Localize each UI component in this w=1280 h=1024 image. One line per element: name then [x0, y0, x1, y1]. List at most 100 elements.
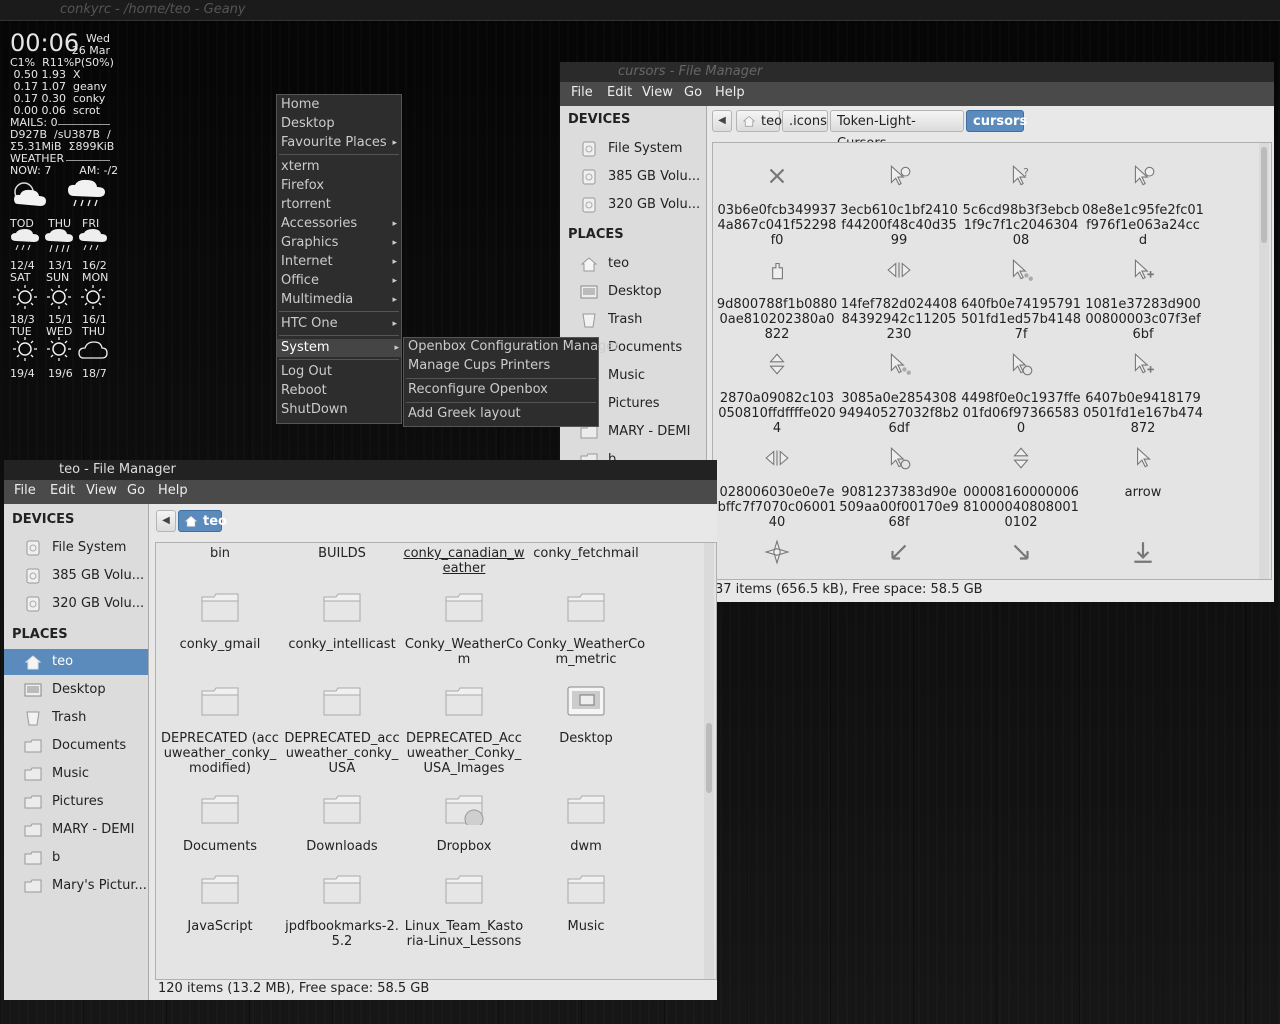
menu-item-favourite-places[interactable]: Favourite Places ▸: [281, 134, 399, 152]
menu-edit[interactable]: Edit: [50, 483, 75, 498]
cursor-file-item[interactable]: 1081e37283d90000800003c07f3ef6bf: [1082, 297, 1204, 342]
path-crumb-token-light-cursors[interactable]: Token-Light-Cursors: [830, 110, 964, 151]
cursor-file-item[interactable]: 028006030e0e7ebffc7f7070c0600140: [716, 485, 838, 530]
menu-item-reconfigure-openbox[interactable]: Reconfigure Openbox: [408, 381, 548, 399]
menu-go[interactable]: Go: [127, 483, 145, 498]
sidebar-item-teo[interactable]: teo: [560, 251, 706, 277]
cursor-file-item[interactable]: 640fb0e74195791501fd1ed57b41487f: [960, 297, 1082, 342]
menu-view[interactable]: View: [86, 483, 117, 498]
cursor-file-item[interactable]: 5c6cd98b3f3ebcb1f9c7f1c204630408: [960, 203, 1082, 248]
menu-item-openbox-config[interactable]: Openbox Configuration Manager: [408, 338, 620, 356]
folder-item[interactable]: jpdfbookmarks-2.5.2: [281, 919, 403, 949]
sidebar-item-320gb[interactable]: 320 GB Volu...: [4, 591, 148, 617]
cursor-file-item[interactable]: 3085a0e285430894940527032f8b26df: [838, 391, 960, 436]
menu-item-log-out[interactable]: Log Out: [281, 363, 399, 381]
menu-view[interactable]: View: [642, 85, 673, 100]
cursor-file-item[interactable]: 00008160000006810000408080010102: [960, 485, 1082, 530]
sidebar-item-b[interactable]: b: [4, 845, 148, 871]
cursor-file-item[interactable]: 9d800788f1b08800ae810202380a0822: [716, 297, 838, 342]
menu-item-graphics[interactable]: Graphics ▸: [281, 234, 399, 252]
menu-edit[interactable]: Edit: [607, 85, 632, 100]
menu-item-system[interactable]: System ▸: [277, 339, 401, 357]
sidebar-item-documents[interactable]: Documents: [4, 733, 148, 759]
menu-help[interactable]: Help: [715, 85, 745, 100]
path-crumb-teo[interactable]: teo: [178, 510, 227, 532]
cursor-file-icon[interactable]: [764, 539, 790, 565]
path-crumb-cursors[interactable]: cursors: [966, 110, 1027, 132]
folder-item[interactable]: conky_intellicast: [281, 637, 403, 652]
folder-item[interactable]: Conky_WeatherCom_metric: [525, 637, 647, 667]
folder-item[interactable]: bin: [159, 546, 281, 561]
menu-file[interactable]: File: [571, 85, 593, 100]
menu-file[interactable]: File: [14, 483, 36, 498]
folder-item[interactable]: Desktop: [525, 731, 647, 746]
folder-item[interactable]: conky_gmail: [159, 637, 281, 652]
path-back-button[interactable]: ◀: [156, 510, 176, 532]
menu-item-reboot[interactable]: Reboot: [281, 382, 399, 400]
menu-item-accessories[interactable]: Accessories ▸: [281, 215, 399, 233]
menu-item-firefox[interactable]: Firefox: [281, 177, 399, 195]
menu-item-internet[interactable]: Internet ▸: [281, 253, 399, 271]
cursor-file-item[interactable]: 14fef782d02440884392942c11205230: [838, 297, 960, 342]
cursor-file-icon[interactable]: [1130, 539, 1156, 565]
sidebar-item-320gb[interactable]: 320 GB Volu...: [560, 192, 706, 218]
folder-item[interactable]: Documents: [159, 839, 281, 854]
sidebar-item-385gb[interactable]: 385 GB Volu...: [560, 164, 706, 190]
folder-item[interactable]: Music: [525, 919, 647, 934]
folder-item[interactable]: DEPRECATED_accuweather_conky_USA: [281, 731, 403, 776]
folder-item[interactable]: DEPRECATED_Accuweather_Conky_USA_Images: [403, 731, 525, 776]
folder-item[interactable]: conky_fetchmail: [525, 546, 647, 561]
folder-item[interactable]: Dropbox: [403, 839, 525, 854]
path-crumb-icons[interactable]: .icons: [782, 110, 828, 132]
folder-item[interactable]: BUILDS: [281, 546, 403, 561]
cursor-file-item[interactable]: 6407b0e94181790501fd1e167b474872: [1082, 391, 1204, 436]
path-back-button[interactable]: ◀: [712, 110, 732, 132]
path-crumb-teo[interactable]: teo: [736, 110, 782, 132]
menu-item-htc-one[interactable]: HTC One ▸: [281, 315, 399, 333]
menu-item-multimedia[interactable]: Multimedia ▸: [281, 291, 399, 309]
sidebar-item-teo[interactable]: teo: [4, 649, 148, 675]
cursor-file-item[interactable]: 03b6e0fcb3499374a867c041f52298f0: [716, 203, 838, 248]
sidebar-item-marys-pictures[interactable]: Mary's Pictur...: [4, 873, 148, 899]
teo-scrollbar[interactable]: [704, 543, 714, 979]
cursors-scrollbar[interactable]: [1259, 143, 1269, 579]
folder-item[interactable]: Linux_Team_Kastoria-Linux_Lessons: [403, 919, 525, 949]
sidebar-item-trash[interactable]: Trash: [560, 307, 706, 333]
folder-item[interactable]: Downloads: [281, 839, 403, 854]
menu-item-xterm[interactable]: xterm: [281, 158, 399, 176]
cursors-scroll-thumb[interactable]: [1261, 147, 1267, 243]
sidebar-item-file-system[interactable]: File System: [560, 136, 706, 162]
sidebar-item-file-system[interactable]: File System: [4, 535, 148, 561]
teo-titlebar[interactable]: teo - File Manager: [4, 460, 717, 480]
menu-help[interactable]: Help: [158, 483, 188, 498]
menu-item-add-greek-layout[interactable]: Add Greek layout: [408, 405, 521, 423]
cursor-file-item[interactable]: 4498f0e0c1937ffe01fd06f973665830: [960, 391, 1082, 436]
folder-item[interactable]: dwm: [525, 839, 647, 854]
cursor-file-item[interactable]: 9081237383d90e509aa00f00170e968f: [838, 485, 960, 530]
menu-item-home[interactable]: Home: [281, 96, 399, 114]
sidebar-item-pictures[interactable]: Pictures: [4, 789, 148, 815]
folder-item[interactable]: JavaScript: [159, 919, 281, 934]
sidebar-item-desktop[interactable]: Desktop: [560, 279, 706, 305]
menu-item-office[interactable]: Office ▸: [281, 272, 399, 290]
cursor-file-item[interactable]: 2870a09082c103050810ffdffffe0204: [716, 391, 838, 436]
sidebar-item-desktop[interactable]: Desktop: [4, 677, 148, 703]
sidebar-item-mary-demi[interactable]: MARY - DEMI: [4, 817, 148, 843]
teo-scroll-thumb[interactable]: [706, 723, 712, 793]
cursor-file-item[interactable]: 08e8e1c95fe2fc01f976f1e063a24ccd: [1082, 203, 1204, 248]
menu-item-rtorrent[interactable]: rtorrent: [281, 196, 399, 214]
cursor-file-icon[interactable]: [1008, 539, 1034, 565]
cursor-file-icon[interactable]: [886, 539, 912, 565]
folder-item[interactable]: DEPRECATED (accuweather_conky_modified): [159, 731, 281, 776]
sidebar-item-music[interactable]: Music: [4, 761, 148, 787]
cursors-titlebar[interactable]: cursors - File Manager: [560, 62, 1274, 82]
folder-item[interactable]: Conky_WeatherCom: [403, 637, 525, 667]
cursor-file-item[interactable]: 3ecb610c1bf2410f44200f48c40d3599: [838, 203, 960, 248]
menu-item-desktop[interactable]: Desktop: [281, 115, 399, 133]
folder-item[interactable]: conky_canadian_weather: [403, 546, 525, 576]
menu-item-manage-cups[interactable]: Manage Cups Printers: [408, 357, 550, 375]
sidebar-item-trash[interactable]: Trash: [4, 705, 148, 731]
sidebar-item-385gb[interactable]: 385 GB Volu...: [4, 563, 148, 589]
cursor-file-item[interactable]: arrow: [1082, 485, 1204, 500]
menu-go[interactable]: Go: [684, 85, 702, 100]
